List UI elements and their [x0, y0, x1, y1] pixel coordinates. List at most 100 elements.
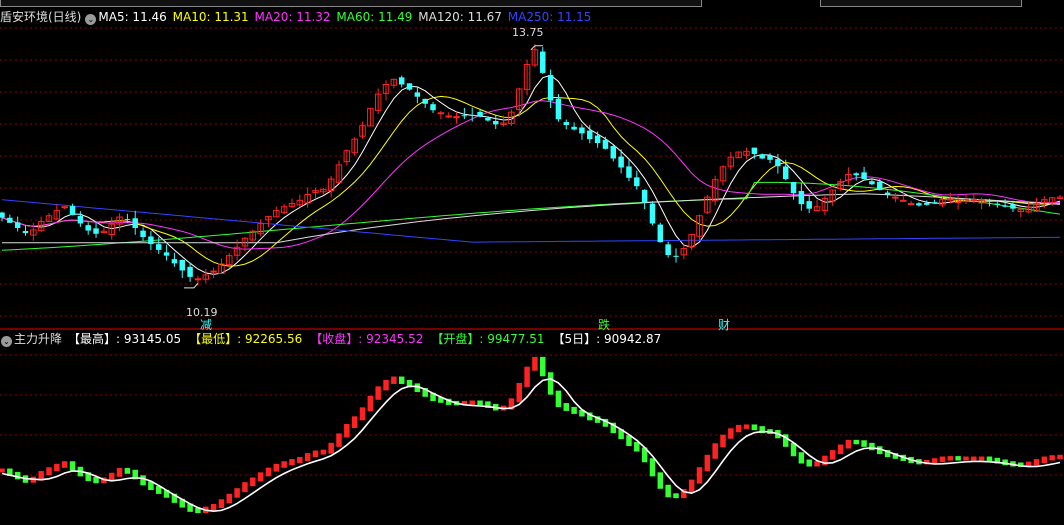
candle-body	[853, 173, 859, 176]
candle-body	[461, 115, 468, 117]
annotation-cai[interactable]: 财	[718, 316, 730, 333]
candle-body	[445, 115, 452, 118]
candle-body	[782, 166, 789, 180]
candle-body	[634, 177, 640, 187]
candle-body	[602, 139, 609, 149]
sub-bar	[273, 463, 280, 472]
sub-toggle-icon[interactable]: ⌄	[1, 336, 12, 347]
stock-name: 盾安环境(日线)	[0, 10, 82, 24]
sub-bar	[532, 356, 538, 371]
sub-bar	[547, 372, 554, 395]
candlesticks	[0, 44, 1064, 286]
candle-body	[994, 203, 1001, 205]
ma120-label: MA120: 11.67	[418, 10, 502, 24]
sub-bar	[845, 439, 852, 449]
sub-bar	[250, 477, 256, 487]
sub-bar	[939, 456, 946, 463]
annotation-jian[interactable]: 减	[200, 316, 212, 333]
sub-bar	[14, 471, 21, 480]
sub-bar	[69, 461, 76, 471]
candle-body	[759, 154, 765, 159]
sub-bar	[297, 456, 303, 464]
candle-body	[140, 230, 146, 237]
candle-body	[806, 201, 812, 209]
candle-body	[0, 212, 5, 218]
sub-bar	[696, 467, 703, 484]
sub-item-high: 【最高】: 93145.05	[68, 332, 182, 346]
candle-body	[970, 199, 978, 202]
candle-body	[124, 219, 131, 221]
sub-bar	[367, 395, 374, 412]
settings-toggle-icon[interactable]: ⌄	[85, 14, 97, 25]
ma250-line	[1, 199, 1061, 243]
sub-bar	[649, 458, 656, 477]
candle-body	[77, 215, 84, 224]
sub-bar	[1041, 456, 1048, 464]
annotation-die[interactable]: 跌	[598, 316, 610, 333]
sub-bar	[398, 376, 405, 384]
sub-bar	[555, 390, 562, 408]
sub-item-open: 【开盘】: 99477.51	[431, 332, 545, 346]
sub-bar	[320, 449, 327, 455]
sub-bar	[46, 467, 52, 476]
candle-body	[7, 217, 13, 223]
candle-body	[69, 206, 76, 216]
candle-body	[610, 146, 617, 159]
sub-bar	[665, 484, 671, 498]
candle-body	[210, 270, 217, 273]
sub-bar	[704, 454, 711, 472]
candle-body	[1010, 204, 1016, 209]
candle-body	[540, 51, 546, 73]
candle-body	[148, 236, 154, 245]
sub-bar	[540, 356, 546, 377]
ma250-label: MA250: 11.15	[507, 10, 592, 24]
candle-body	[751, 147, 758, 154]
candle-body	[907, 203, 915, 206]
candle-body	[179, 259, 185, 271]
candle-body	[657, 224, 664, 243]
sub-bar	[1049, 455, 1055, 461]
candle-body	[767, 155, 773, 160]
candle-body	[437, 112, 445, 115]
sub-bar	[336, 433, 342, 447]
candle-body	[485, 118, 491, 121]
ma10-line	[1, 95, 1061, 267]
sub-bar	[328, 442, 334, 454]
main-legend: 盾安环境(日线) ⌄ MA5: 11.46 MA10: 11.31 MA20: 11…	[0, 8, 593, 26]
candle-body	[594, 135, 601, 144]
sub-item-low: 【最低】: 92265.56	[189, 332, 303, 346]
high-marker-line	[530, 45, 543, 51]
candle-body	[916, 203, 922, 206]
sub-bar	[657, 472, 664, 489]
candle-body	[775, 159, 781, 167]
sub-bar	[304, 453, 311, 461]
sub-bar	[344, 424, 350, 438]
candle-body	[422, 98, 428, 104]
sub-bar	[963, 456, 969, 461]
sub-bar	[477, 400, 483, 406]
candle-body	[430, 104, 436, 111]
sub-bar	[712, 443, 718, 459]
sub-bar	[351, 416, 358, 429]
sub-bar	[634, 441, 640, 452]
sub-bar	[281, 461, 287, 468]
candle-body	[618, 156, 624, 168]
sub-bar	[971, 456, 977, 461]
candle-body	[626, 166, 632, 178]
candle-body	[194, 278, 202, 281]
candle-body	[555, 98, 562, 120]
sub-bar	[516, 382, 522, 403]
sub-bar	[688, 479, 695, 494]
candle-body	[579, 127, 585, 134]
candle-body	[986, 200, 993, 202]
sub-bar	[116, 468, 123, 477]
sub-bar	[1057, 454, 1063, 460]
sub-bar	[124, 468, 131, 474]
ma60-label: MA60: 11.49	[336, 10, 413, 24]
sub-item-5day: 【5日】: 90942.87	[552, 332, 662, 346]
sub-bar	[257, 472, 264, 482]
candle-body	[171, 259, 178, 264]
candle-body	[571, 126, 577, 130]
price-markers	[183, 45, 543, 289]
sub-bar	[869, 442, 875, 451]
